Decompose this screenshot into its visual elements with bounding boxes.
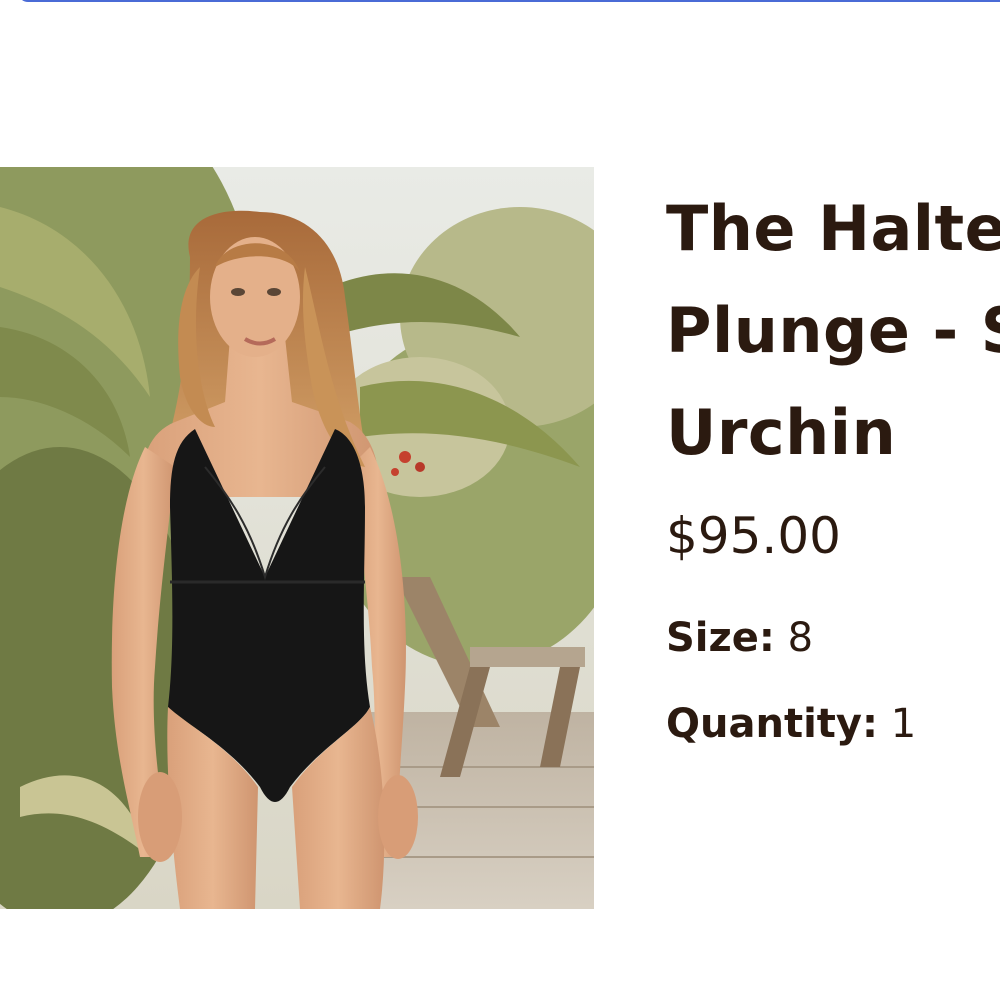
product-image[interactable] [0, 167, 594, 909]
size-row: Size: 8 [666, 614, 1000, 662]
product-detail-page: The Halte Plunge - S Urchin $95.00 Size:… [0, 0, 1000, 1000]
top-frame-border [18, 0, 1000, 2]
size-label: Size: [666, 615, 775, 661]
product-price: $95.00 [666, 507, 841, 565]
product-info-panel: The Halte Plunge - S Urchin $95.00 Size:… [666, 178, 1000, 748]
quantity-row: Quantity: 1 [666, 700, 1000, 748]
quantity-value: 1 [890, 701, 917, 747]
size-value: 8 [787, 615, 814, 661]
quantity-label: Quantity: [666, 701, 878, 747]
product-title: The Halte Plunge - S Urchin [666, 192, 1000, 469]
